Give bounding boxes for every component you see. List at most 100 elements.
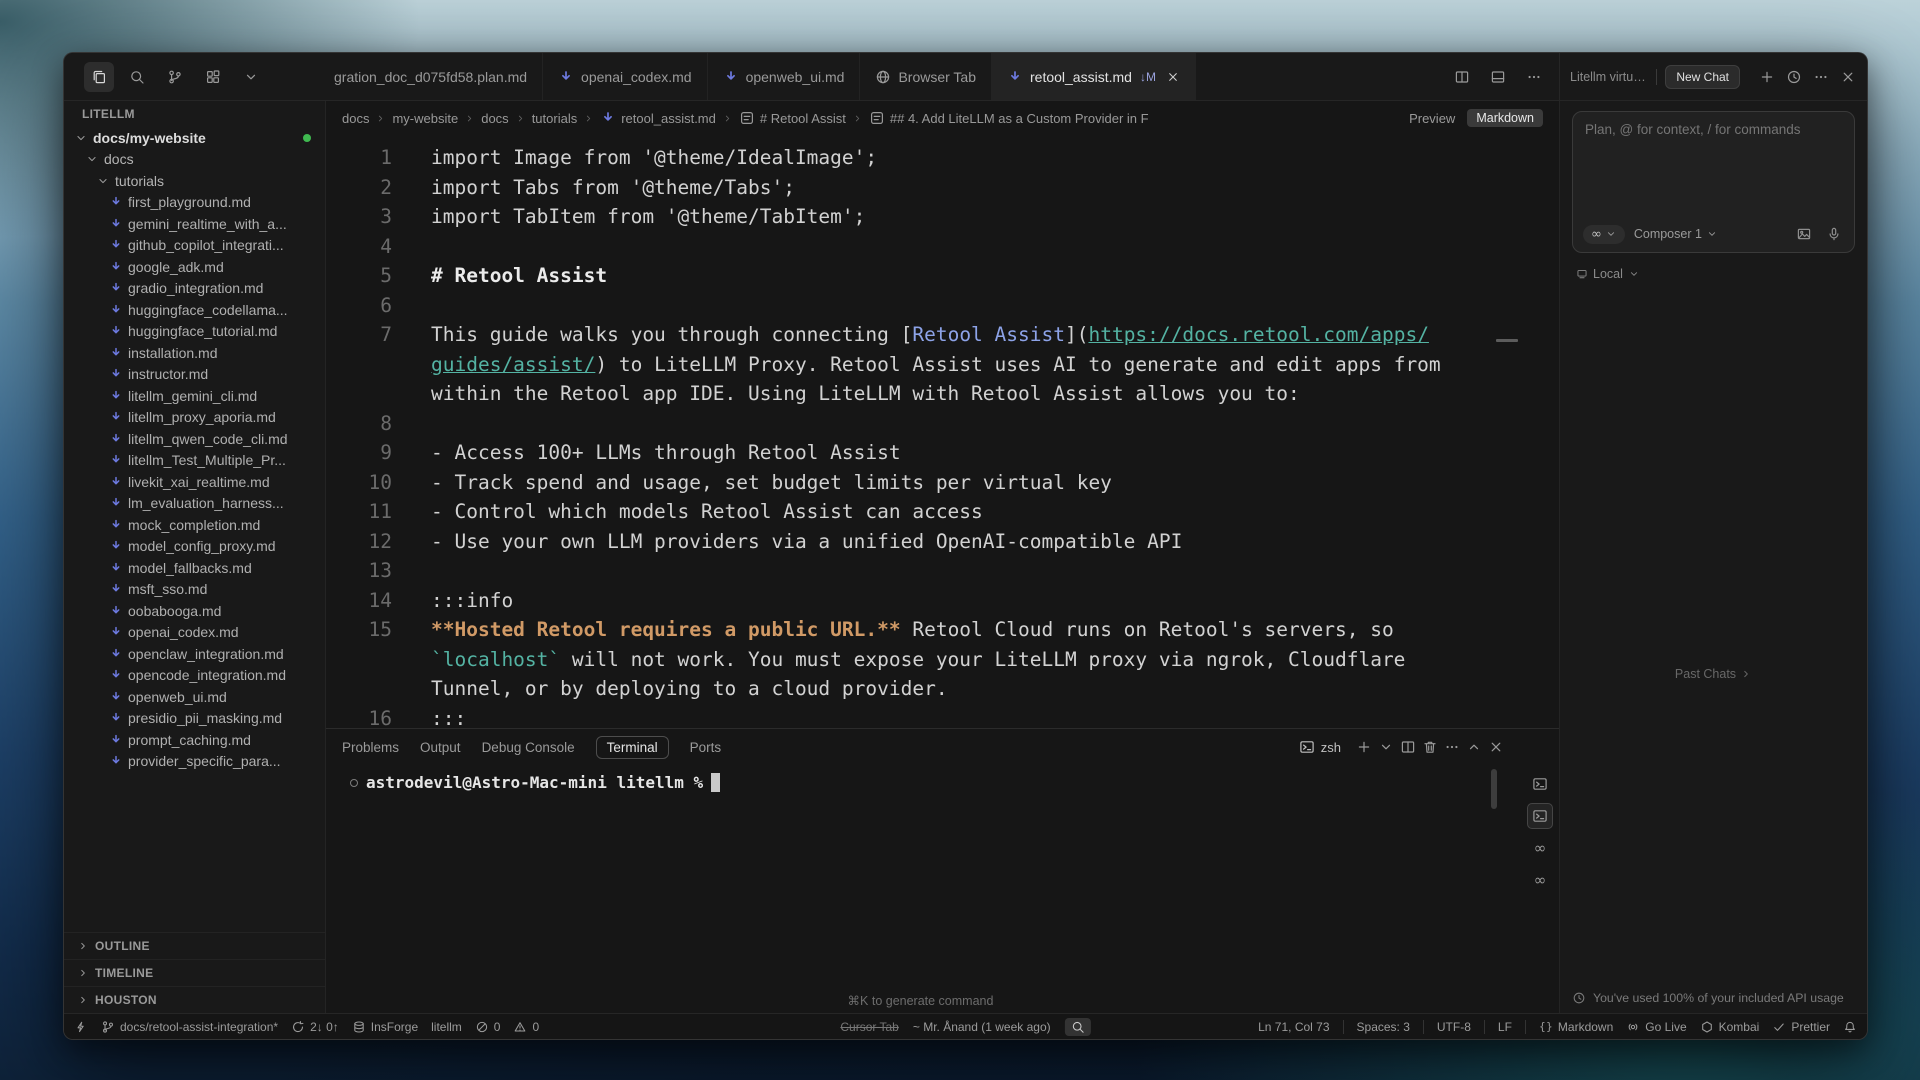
tree-file-mock-completion-md[interactable]: mock_completion.md [64,514,325,536]
split-editor-button[interactable] [1451,66,1473,88]
tab-openweb-ui-md[interactable]: openweb_ui.md [708,53,861,100]
status-0[interactable]: 0 [475,1020,501,1034]
breadcrumb-docs[interactable]: docs [481,111,508,126]
tree-file-huggingface-codellama[interactable]: huggingface_codellama... [64,299,325,321]
status-markdown[interactable]: {}Markdown [1525,1020,1613,1034]
chat-input-box[interactable]: ∞ Composer 1 [1572,111,1855,253]
more-button[interactable] [1523,66,1545,88]
chat-input[interactable] [1585,122,1844,216]
status-kombai[interactable]: Kombai [1700,1020,1760,1034]
shell-tab[interactable]: zsh [1299,739,1341,755]
close-icon[interactable] [1166,70,1180,84]
status-search[interactable] [1065,1018,1091,1036]
section-timeline[interactable]: TIMELINE [64,959,325,986]
terminal-list-item-1[interactable] [1527,803,1553,829]
tree-folder-tutorials[interactable]: tutorials [64,170,325,192]
mic-button[interactable] [1824,224,1844,244]
past-chats[interactable]: Past Chats [1560,667,1867,681]
status-bell[interactable] [1843,1020,1857,1034]
status-lf[interactable]: LF [1484,1020,1512,1034]
tree-file-gradio-integration-md[interactable]: gradio_integration.md [64,278,325,300]
tree-file-model-fallbacks-md[interactable]: model_fallbacks.md [64,557,325,579]
status-go-live[interactable]: Go Live [1626,1020,1686,1034]
tree-file-first-playground-md[interactable]: first_playground.md [64,192,325,214]
status-mr-nand-1-week-ago[interactable]: ~ Mr. Ånand (1 week ago) [913,1020,1051,1034]
status-litellm[interactable]: litellm [431,1020,462,1034]
status-ln-71-col-73[interactable]: Ln 71, Col 73 [1258,1020,1329,1034]
panel-tab-output[interactable]: Output [420,740,461,755]
terminal-list-item-0[interactable] [1527,771,1553,797]
terminal-scrollbar[interactable] [1491,769,1497,809]
tree-file-gemini-realtime-with-a[interactable]: gemini_realtime_with_a... [64,213,325,235]
preview-button[interactable]: Preview [1409,111,1455,126]
plus-button[interactable] [1756,66,1778,88]
tree-file-huggingface-tutorial-md[interactable]: huggingface_tutorial.md [64,321,325,343]
composer-selector[interactable]: Composer 1 [1634,227,1718,241]
tree-file-livekit-xai-realtime-md[interactable]: livekit_xai_realtime.md [64,471,325,493]
status-0[interactable]: 0 [513,1020,539,1034]
tree-file-presidio-pii-masking-md[interactable]: presidio_pii_masking.md [64,708,325,730]
mode-selector[interactable]: Local [1576,267,1851,281]
new-chat-button[interactable]: New Chat [1665,65,1740,89]
panel-tab-ports[interactable]: Ports [690,740,722,755]
more-button[interactable] [1810,66,1832,88]
status-utf-8[interactable]: UTF-8 [1423,1020,1471,1034]
layout-panel-button[interactable] [1487,66,1509,88]
tree-file-litellm-test-multiple-pr[interactable]: litellm_Test_Multiple_Pr... [64,450,325,472]
status-2-0[interactable]: 2↓ 0↑ [291,1020,339,1034]
plus-button[interactable] [1353,736,1375,758]
activity-chevron-down-button[interactable] [236,62,266,92]
tree-file-installation-md[interactable]: installation.md [64,342,325,364]
tree-file-github-copilot-integrati[interactable]: github_copilot_integrati... [64,235,325,257]
model-selector[interactable]: ∞ [1583,225,1625,244]
trash-button[interactable] [1419,736,1441,758]
tree-file-lm-evaluation-harness[interactable]: lm_evaluation_harness... [64,493,325,515]
tree-file-instructor-md[interactable]: instructor.md [64,364,325,386]
status-insforge[interactable]: InsForge [352,1020,418,1034]
close-button[interactable] [1485,736,1507,758]
breadcrumb-4-add-litellm-as-a-custom-provider-in-f[interactable]: ## 4. Add LiteLLM as a Custom Provider i… [869,110,1149,126]
tab-gration-doc-d075fd58-plan-md[interactable]: gration_doc_d075fd58.plan.md [326,53,543,100]
breadcrumb-docs[interactable]: docs [342,111,369,126]
markdown-mode-button[interactable]: Markdown [1467,109,1543,127]
tree-file-oobabooga-md[interactable]: oobabooga.md [64,600,325,622]
close-button[interactable] [1837,66,1859,88]
activity-source-control-button[interactable] [160,62,190,92]
breadcrumb-tutorials[interactable]: tutorials [532,111,578,126]
panel-tab-terminal[interactable]: Terminal [596,736,669,759]
status-docs-retool-assist-integration[interactable]: docs/retool-assist-integration* [101,1020,278,1034]
tree-file-opencode-integration-md[interactable]: opencode_integration.md [64,665,325,687]
tree-file-litellm-gemini-cli-md[interactable]: litellm_gemini_cli.md [64,385,325,407]
tree-file-openweb-ui-md[interactable]: openweb_ui.md [64,686,325,708]
more-button[interactable] [1441,736,1463,758]
tree-file-openclaw-integration-md[interactable]: openclaw_integration.md [64,643,325,665]
section-outline[interactable]: OUTLINE [64,932,325,959]
editor-code[interactable]: 1import Image from '@theme/IdealImage';2… [326,135,1559,728]
breadcrumb-my-website[interactable]: my-website [392,111,458,126]
activity-search-button[interactable] [122,62,152,92]
activity-extensions-button[interactable] [198,62,228,92]
tab-openai-codex-md[interactable]: openai_codex.md [543,53,708,100]
split-editor-button[interactable] [1397,736,1419,758]
breadcrumb-retool-assist-md[interactable]: retool_assist.md [600,110,716,126]
chevron-up-button[interactable] [1463,736,1485,758]
status-cursor-tab[interactable]: Cursor Tab [840,1020,898,1034]
terminal-list-item-2[interactable]: ∞ [1527,835,1553,861]
section-houston[interactable]: HOUSTON [64,986,325,1013]
panel-tab-debug-console[interactable]: Debug Console [482,740,575,755]
tree-file-prompt-caching-md[interactable]: prompt_caching.md [64,729,325,751]
tab-browser-tab[interactable]: Browser Tab [860,53,992,100]
status-prettier[interactable]: Prettier [1772,1020,1830,1034]
tree-file-msft-sso-md[interactable]: msft_sso.md [64,579,325,601]
breadcrumb-retool-assist[interactable]: # Retool Assist [739,110,846,126]
terminal-input[interactable]: astrodevil@Astro-Mac-mini litellm % [326,765,1559,792]
tree-file-google-adk-md[interactable]: google_adk.md [64,256,325,278]
image-button[interactable] [1794,224,1814,244]
tree-file-provider-specific-para[interactable]: provider_specific_para... [64,751,325,773]
tree-folder-docs[interactable]: docs [64,149,325,171]
chevron-down-button[interactable] [1375,736,1397,758]
activity-files-button[interactable] [84,62,114,92]
tree-file-litellm-qwen-code-cli-md[interactable]: litellm_qwen_code_cli.md [64,428,325,450]
tree-file-model-config-proxy-md[interactable]: model_config_proxy.md [64,536,325,558]
terminal-list-item-3[interactable]: ∞ [1527,867,1553,893]
